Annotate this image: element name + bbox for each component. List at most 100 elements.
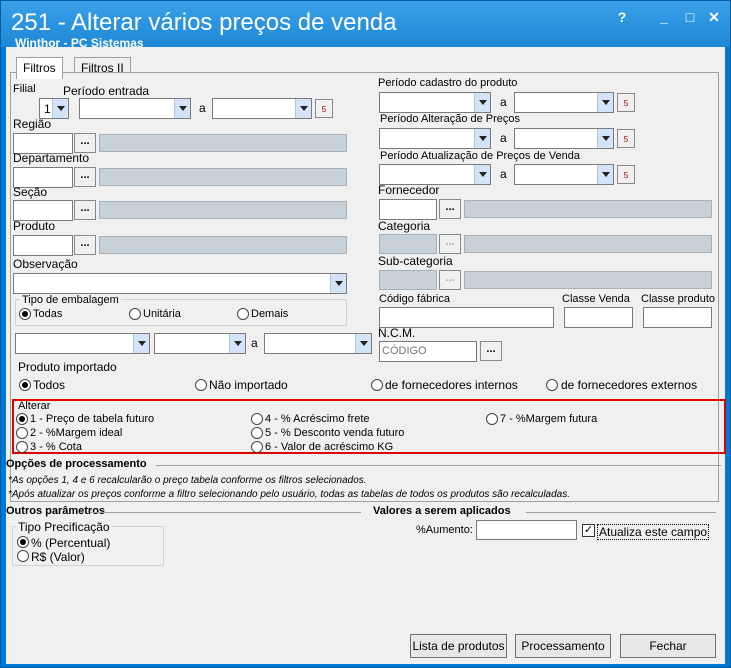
emb-unitaria-radio[interactable] [129,308,141,320]
ncm-input[interactable]: CÓDIGO [379,341,477,362]
processamento-button[interactable]: Processamento [515,634,611,658]
regiao-label: Região [13,117,52,131]
imp-forn-ext-radio[interactable] [546,379,558,391]
calendar-icon[interactable]: 5 [315,99,333,118]
chevron-down-icon [52,99,68,118]
imp-todos-radio[interactable] [19,379,31,391]
valor-label: R$ (Valor) [31,550,85,564]
chevron-down-icon [355,334,371,353]
alt3-radio[interactable] [16,441,28,453]
lista-produtos-button[interactable]: Lista de produtos [410,634,507,658]
maximize-button[interactable]: □ [677,7,703,27]
chevron-down-icon [133,334,149,353]
minimize-button[interactable]: _ [651,7,677,27]
filial-value: 1 [44,102,51,116]
title-bar: 251 - Alterar vários preços de venda Win… [1,1,730,50]
emb-todas-label: Todas [33,308,63,320]
alterar-group: Alterar 1 - Preço de tabela futuro 2 - %… [12,399,726,454]
valor-radio[interactable] [17,550,29,562]
observacao-select[interactable] [13,273,347,294]
chevron-down-icon [295,99,311,118]
alt1-label: 1 - Preço de tabela futuro [30,413,155,425]
periodo-entrada-end[interactable] [212,98,312,119]
chevron-down-icon [597,129,613,148]
alt2-radio[interactable] [16,427,28,439]
a-label-2: a [251,336,258,350]
produto-label: Produto [13,219,56,233]
perc-label: % (Percentual) [31,536,111,550]
produto-importado-label: Produto importado [18,360,117,374]
fornecedor-input[interactable] [379,199,437,220]
classe-produto-input[interactable] [643,307,712,328]
alt7-radio[interactable] [486,413,498,425]
periodo-cadastro-end[interactable] [514,92,614,113]
emb-demais-radio[interactable] [237,308,249,320]
filter-select-2[interactable] [154,333,246,354]
app-window: 251 - Alterar vários preços de venda Win… [0,0,731,668]
categoria-search-button: ... [439,234,461,254]
secao-search-button[interactable]: ... [74,200,96,220]
imp-nao-radio[interactable] [195,379,207,391]
periodo-atualizacao-start[interactable] [379,164,491,185]
alt7-label: 7 - %Margem futura [500,413,598,425]
periodo-alteracao-end[interactable] [514,128,614,149]
emb-unitaria-label: Unitária [143,308,181,320]
chevron-down-icon [229,334,245,353]
fornecedor-search-button[interactable]: ... [439,199,461,219]
alt1-radio[interactable] [16,413,28,425]
codigo-fabrica-label: Código fábrica [379,293,450,305]
imp-forn-int-label: de fornecedores internos [385,378,518,392]
secao-input[interactable] [13,200,73,221]
emb-todas-radio[interactable] [19,308,31,320]
calendar-icon[interactable]: 5 [617,165,635,184]
perc-radio[interactable] [17,536,29,548]
window-title: 251 - Alterar vários preços de venda [11,9,397,36]
alt5-radio[interactable] [251,427,263,439]
codigo-fabrica-input[interactable] [379,307,554,328]
imp-forn-int-radio[interactable] [371,379,383,391]
aumento-input[interactable] [476,520,577,540]
classe-venda-input[interactable] [564,307,633,328]
calendar-icon[interactable]: 5 [617,93,635,112]
classe-venda-label: Classe Venda [562,293,630,305]
chevron-down-icon [474,129,490,148]
filial-select[interactable]: 1 [39,98,69,119]
close-button[interactable]: ✕ [701,7,727,27]
alt4-radio[interactable] [251,413,263,425]
periodo-cadastro-start[interactable] [379,92,491,113]
categoria-desc [464,235,712,253]
produto-desc [99,236,347,254]
regiao-search-button[interactable]: ... [74,133,96,153]
chevron-down-icon [174,99,190,118]
chevron-down-icon [330,274,346,293]
chevron-down-icon [597,165,613,184]
filter-select-3[interactable] [264,333,372,354]
subcategoria-input [379,270,437,290]
tipo-label: Tipo Precificação [16,520,112,534]
departamento-search-button[interactable]: ... [74,167,96,187]
chevron-down-icon [597,93,613,112]
subcategoria-label: Sub-categoria [378,254,453,268]
help-button[interactable]: ? [609,7,635,27]
fechar-button[interactable]: Fechar [620,634,716,658]
fornecedor-desc [464,200,712,218]
atualiza-checkbox[interactable]: ✓ [582,524,595,537]
periodo-alteracao-label: Período Alteração de Preços [380,113,521,125]
tab-filtros[interactable]: Filtros [16,57,63,79]
valores-title: Valores a serem aplicados [373,505,511,517]
calendar-icon[interactable]: 5 [617,129,635,148]
produto-input[interactable] [13,235,73,256]
ncm-search-button[interactable]: ... [480,341,502,361]
periodo-entrada-label: Período entrada [63,84,150,98]
opcoes-divider [156,465,721,466]
periodo-alteracao-start[interactable] [379,128,491,149]
tipo-embalagem-label: Tipo de embalagem [20,294,121,306]
a-label-3: a [500,95,507,109]
filter-select-1[interactable] [15,333,150,354]
produto-search-button[interactable]: ... [74,235,96,255]
periodo-atualizacao-end[interactable] [514,164,614,185]
periodo-entrada-start[interactable] [79,98,191,119]
alt6-radio[interactable] [251,441,263,453]
a-label-4: a [500,131,507,145]
departamento-desc [99,168,347,186]
